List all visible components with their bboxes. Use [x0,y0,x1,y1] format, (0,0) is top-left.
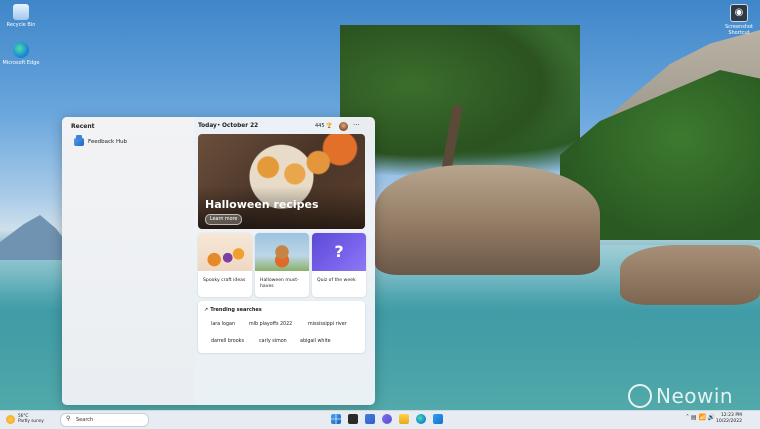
widgets-panel: Recent Feedback Hub Today • October 22 4… [62,117,375,405]
edge-icon [13,42,29,58]
rewards-points[interactable]: 445 [315,123,325,129]
card-caption: Spooky craft ideas [203,278,246,283]
recycle-bin-icon [13,4,29,20]
desktop-icon-label: Recycle Bin [6,22,36,28]
weather-widget-button[interactable]: 56°C Partly sunny [6,413,44,424]
card-image [198,233,252,271]
system-tray[interactable]: ˄ ▤ 📶 🔊 [686,414,715,421]
rock-shore [620,245,760,305]
today-bar: Today • October 22 445 🏆 ··· [197,121,369,132]
recent-title: Recent [71,123,95,130]
task-view-button[interactable] [348,414,358,424]
card-spooky-craft[interactable]: Spooky craft ideas [198,233,252,297]
trending-item[interactable]: mlb playoffs 2022 [249,322,292,327]
card-image [255,233,309,271]
widgets-button[interactable] [365,414,375,424]
card-caption: Quiz of the week [317,278,356,283]
edge-taskbar-button[interactable] [416,414,426,424]
recent-column: Recent Feedback Hub [62,117,194,405]
news-column: Today • October 22 445 🏆 ··· Halloween r… [197,117,375,405]
card-halloween-must-haves[interactable]: Halloween must-haves [255,233,309,297]
trending-title: ↗ Trending searches [204,307,262,313]
weather-text: 56°C Partly sunny [18,413,44,424]
taskbar: 56°C Partly sunny ⚲ Search ˄ ▤ 📶 🔊 12:23… [0,410,760,429]
watermark-text: Neowin [656,384,734,408]
avatar[interactable] [339,122,348,131]
trending-item[interactable]: lara logan [211,322,235,327]
rock-island [375,165,600,275]
card-caption: Halloween must-haves [260,278,299,289]
pine-tree [340,25,580,175]
clock-time: 12:23 PM [720,413,742,418]
recent-item-feedback-hub[interactable]: Feedback Hub [74,135,128,146]
weather-desc: Partly sunny [18,418,44,423]
store-button[interactable] [433,414,443,424]
card-quiz-of-week[interactable]: ? Quiz of the week [312,233,366,297]
search-placeholder: Search [76,417,94,423]
learn-more-button[interactable]: Learn more [205,214,243,225]
rewards-trophy-icon[interactable]: 🏆 [326,123,332,129]
hero-card-halloween-recipes[interactable]: Halloween recipes Learn more [198,134,365,229]
neowin-logo-icon [628,384,652,408]
desktop-icon-screenshot[interactable]: ◉ Screenshot Shortcut [718,4,760,36]
start-button[interactable] [331,414,341,424]
chat-button[interactable] [382,414,392,424]
partly-sunny-icon [6,415,15,424]
date-label: October 22 [222,123,259,129]
hero-title: Halloween recipes [205,198,319,211]
today-label: Today [198,123,217,129]
trending-title-text: Trending searches [210,307,262,313]
trending-item[interactable]: mississippi river [308,322,347,327]
feedback-hub-icon [74,135,84,146]
search-icon: ⚲ [66,415,71,422]
desktop-icon-edge[interactable]: Microsoft Edge [0,42,42,66]
desktop-icon-label: Microsoft Edge [2,60,40,66]
recent-item-label: Feedback Hub [88,139,128,145]
more-options-icon[interactable]: ··· [353,121,360,129]
clock[interactable]: 12:23 PM 10/22/2022 [716,413,742,425]
search-input[interactable]: ⚲ Search [60,413,149,427]
camera-icon: ◉ [730,4,748,22]
trending-arrow-icon: ↗ [204,307,209,313]
neowin-watermark: Neowin [628,384,733,408]
trending-searches-card: ↗ Trending searches lara logan mlb playof… [198,301,365,353]
quiz-question-icon: ? [312,233,366,271]
desktop-icon-recycle-bin[interactable]: Recycle Bin [0,4,42,28]
clock-date: 10/22/2022 [716,419,742,424]
separator-dot: • [217,123,221,129]
file-explorer-button[interactable] [399,414,409,424]
trending-item[interactable]: darrell brooks [211,339,244,344]
trending-item[interactable]: abigail white [300,339,331,344]
trending-item[interactable]: carly simon [259,339,287,344]
desktop-icon-label: Screenshot Shortcut [725,24,753,36]
